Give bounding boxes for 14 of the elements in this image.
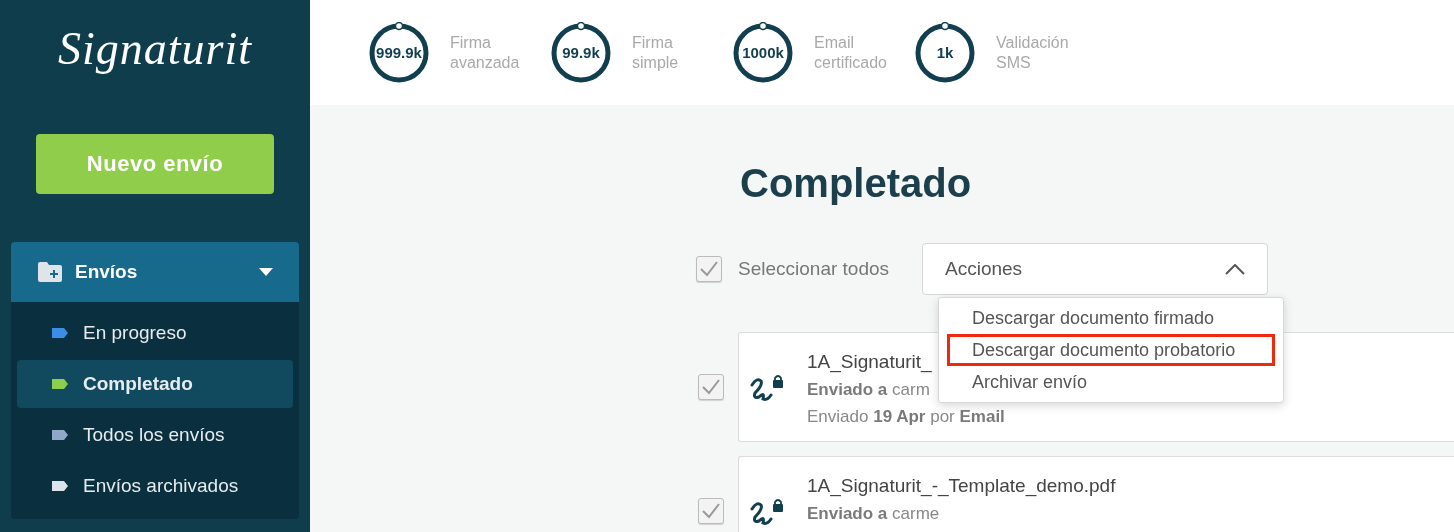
counter-label: Email certificado (814, 32, 888, 73)
counter-label: Firma simple (632, 32, 680, 73)
counter-ring: 999.9k (368, 21, 430, 84)
counter-ring: 1000k (732, 21, 794, 84)
sent-info: Enviado 19 Apr por Email (807, 406, 1005, 427)
logo: Signaturit (58, 22, 252, 76)
counter-ring: 1k (914, 21, 976, 84)
counter-label: Validación SMS (996, 32, 1070, 73)
counter-ring: 99.9k (550, 21, 612, 84)
page-title: Completado (740, 161, 973, 206)
counter-label: Firma avanzada (450, 32, 521, 73)
recipient-line: Enviado a carme (807, 503, 941, 524)
document-name: 1A_Signaturit_-_Template_demo.pdf (807, 475, 1116, 497)
select-all-label: Seleccionar todos (738, 258, 891, 280)
